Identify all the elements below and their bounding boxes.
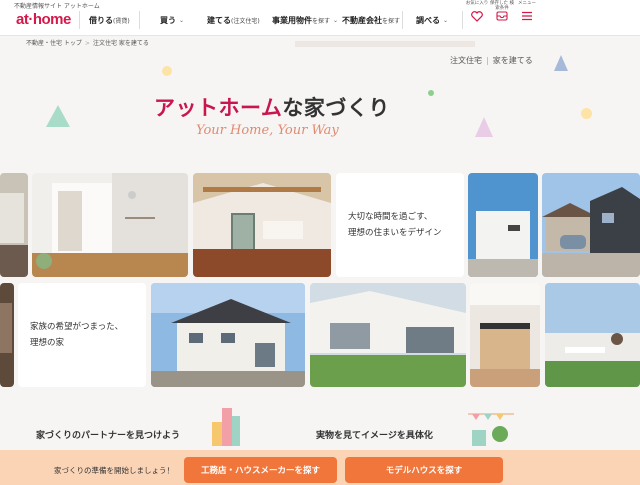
tag-custom-home[interactable]: 注文住宅 (450, 56, 482, 65)
nav-buy[interactable]: 買う ⌄ (160, 12, 184, 28)
athome-logo[interactable]: at·home (16, 11, 71, 28)
interior-photo (0, 173, 28, 277)
nav-build[interactable]: 建てる (注文住宅) (207, 12, 260, 28)
caption-line: 家族の希望がつまった、 (30, 322, 124, 332)
interior-photo (470, 283, 540, 387)
interior-photo (193, 173, 331, 277)
divider (462, 11, 463, 29)
exterior-photo (151, 283, 305, 387)
faded-banner-text (295, 41, 475, 47)
divider (79, 11, 80, 29)
favorites-button[interactable]: お気に入り (464, 0, 490, 36)
exterior-photo (310, 283, 466, 387)
decoration-triangle (554, 55, 568, 71)
nav-buy-label: 買う (160, 15, 176, 25)
divider (402, 11, 403, 29)
decoration-triangle (475, 117, 493, 137)
caption-card: 大切な時間を過ごす、 理想の住まいをデザイン (336, 173, 464, 277)
breadcrumb-home[interactable]: 不動産・住宅 トップ (26, 40, 82, 47)
nav-research[interactable]: 調べる ⌄ (416, 12, 448, 28)
nav-commercial-label: 事業用物件 (272, 15, 312, 25)
breadcrumb-current: 注文住宅 家を建てる (92, 40, 149, 47)
exterior-photo (542, 173, 640, 277)
breadcrumb: 不動産・住宅 トップ > 注文住宅 家を建てる (26, 38, 149, 47)
decoration-triangle (46, 105, 70, 127)
nav-build-label: 建てる (207, 15, 231, 25)
site-description: 不動産情報サイト アットホーム (14, 3, 100, 10)
caption-line: 理想の家 (30, 338, 65, 348)
hero-title-brand: アットホーム (154, 96, 283, 120)
hamburger-icon (522, 11, 532, 21)
hero-subtitle: Your Home, Your Way (196, 123, 339, 138)
caption-line: 理想の住まいをデザイン (348, 228, 442, 238)
chevron-down-icon: ⌄ (179, 16, 185, 24)
header: 不動産情報サイト アットホーム at·home 借りる (賃貸) 買う ⌄ 建てる(… (0, 0, 640, 36)
cta-lead-text: 家づくりの準備を開始しましょう！ (54, 466, 174, 475)
tag-divider: | (486, 56, 489, 65)
decoration-dot (581, 108, 592, 119)
breadcrumb-separator: > (84, 40, 90, 47)
chevron-down-icon: ⌄ (443, 16, 449, 24)
decoration-dot (162, 66, 172, 76)
nav-agencies-label: 不動産会社 (342, 15, 382, 25)
nav-agencies[interactable]: 不動産会社 を探す (342, 12, 400, 28)
find-builder-button[interactable]: 工務店・ハウスメーカーを探す (184, 457, 337, 483)
tag-build-house[interactable]: 家を建てる (493, 56, 533, 65)
inbox-icon (496, 11, 508, 21)
nav-build-sub: (注文住宅) (231, 17, 260, 25)
find-model-house-label: モデルハウスを探す (385, 466, 463, 476)
favorites-label: お気に入り (465, 1, 489, 6)
heart-icon (471, 11, 483, 22)
menu-label: メニュー (518, 1, 536, 6)
hero-title: アットホームな家づくり (154, 92, 390, 122)
exterior-photo (545, 283, 640, 387)
buildings-illustration (212, 408, 240, 446)
chevron-down-icon: ⌄ (333, 16, 339, 24)
nav-research-label: 調べる (416, 15, 440, 25)
decoration-dot (428, 90, 434, 96)
nav-commercial-sub: を探す (312, 17, 331, 25)
model-house-illustration (468, 413, 514, 446)
nav-rent-label: 借りる (89, 15, 113, 25)
nav-commercial[interactable]: 事業用物件 を探す ⌄ (272, 12, 338, 28)
find-model-house-button[interactable]: モデルハウスを探す (345, 457, 503, 483)
caption-line: 大切な時間を過ごす、 (348, 212, 433, 222)
exterior-photo (468, 173, 538, 277)
interior-photo (0, 283, 14, 387)
saved-search-button[interactable]: 保存した 検索条件 (489, 0, 515, 36)
nav-rent-sub: (賃貸) (113, 17, 130, 25)
page-tags: 注文住宅 | 家を建てる (450, 55, 533, 66)
section-title-model: 実物を見てイメージを具体化 (316, 431, 433, 441)
nav-agencies-sub: を探す (382, 17, 401, 25)
saved-search-label: 保存した 検索条件 (490, 1, 514, 11)
find-builder-label: 工務店・ハウスメーカーを探す (200, 466, 320, 476)
nav-rent[interactable]: 借りる (賃貸) (89, 12, 130, 28)
hero-title-rest: な家づくり (282, 96, 390, 120)
menu-button[interactable]: メニュー (514, 0, 540, 36)
interior-photo (32, 173, 188, 277)
caption-card: 家族の希望がつまった、 理想の家 (18, 283, 146, 387)
section-title-partner: 家づくりのパートナーを見つけよう (36, 431, 181, 441)
divider (139, 11, 140, 29)
